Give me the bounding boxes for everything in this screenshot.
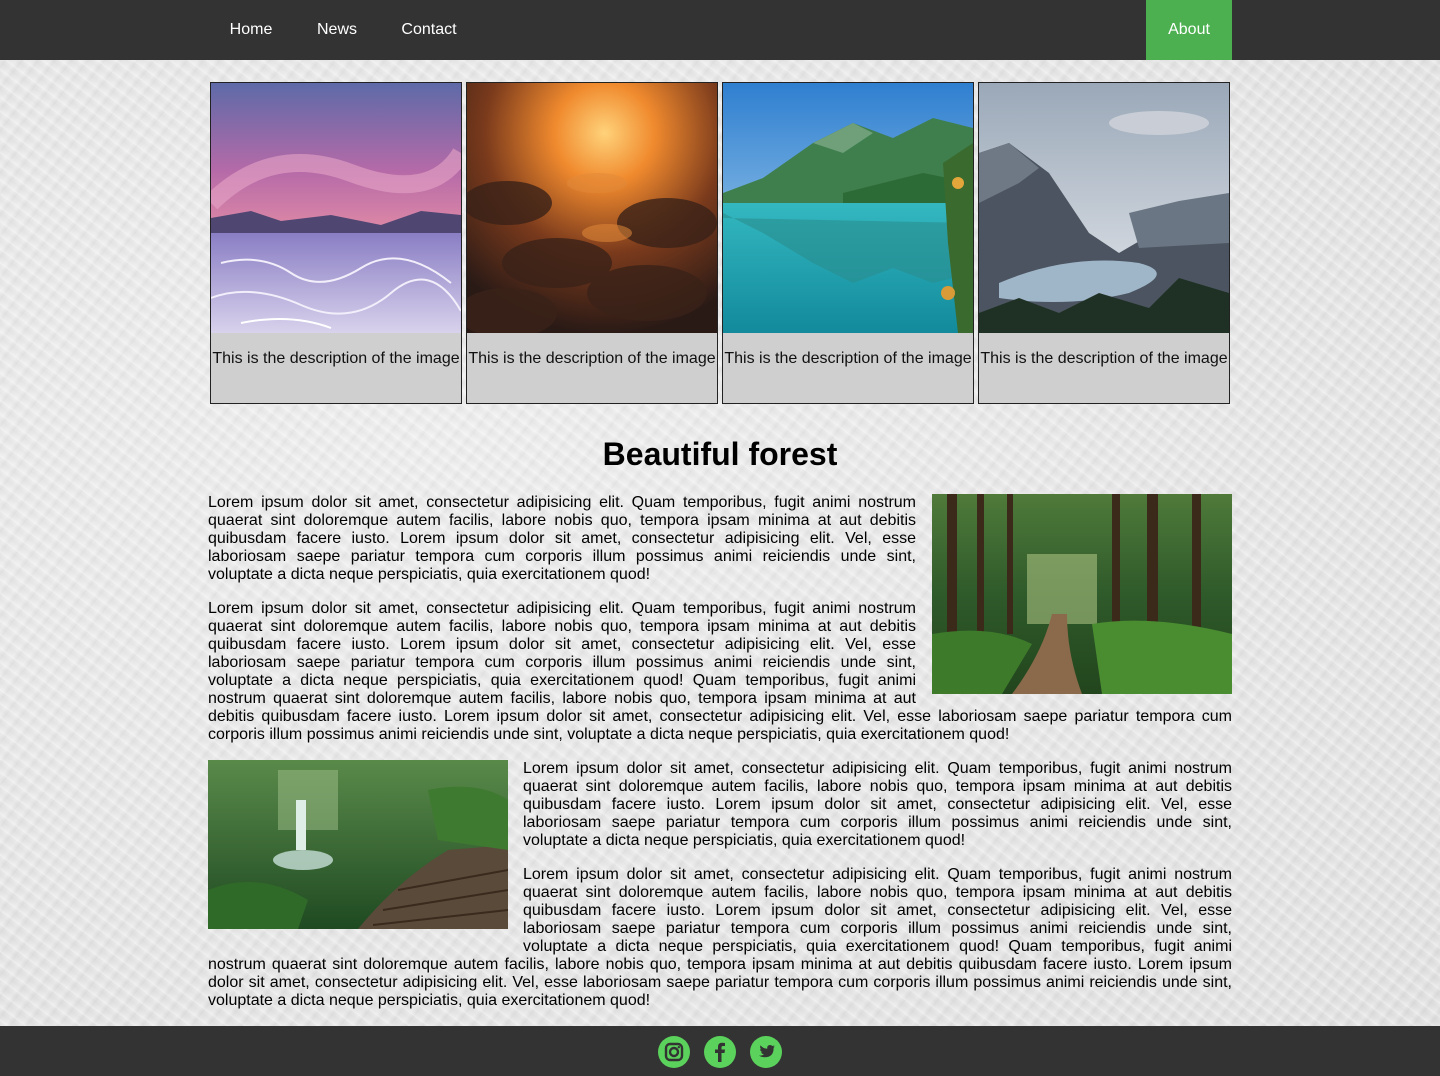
forest-waterfall-image (208, 760, 509, 929)
card-description: This is the description of the image (724, 350, 972, 367)
footer (0, 1026, 1440, 1076)
salt-flat-sunset-image (211, 83, 461, 333)
gallery-card[interactable]: This is the description of the image (722, 82, 974, 404)
top-nav: Home News Contact About (0, 0, 1440, 60)
gallery-card[interactable]: This is the description of the image (978, 82, 1230, 404)
card-description: This is the description of the image (212, 350, 460, 367)
turquoise-lake-image (723, 83, 973, 333)
nav-contact-link[interactable]: Contact (392, 0, 466, 60)
nav-home-link[interactable]: Home (222, 0, 280, 60)
image-gallery: This is the description of the image Thi… (210, 82, 1230, 404)
nav-news-link[interactable]: News (308, 0, 366, 60)
twitter-icon[interactable] (750, 1036, 782, 1068)
article-body: Lorem ipsum dolor sit amet, consectetur … (208, 494, 1232, 1026)
gallery-card[interactable]: This is the description of the image (210, 82, 462, 404)
instagram-icon[interactable] (658, 1036, 690, 1068)
card-description: This is the description of the image (468, 350, 716, 367)
clouds-sunset-image (467, 83, 717, 333)
mountain-valley-lake-image (979, 83, 1229, 333)
facebook-icon[interactable] (704, 1036, 736, 1068)
gallery-card[interactable]: This is the description of the image (466, 82, 718, 404)
article-title: Beautiful forest (602, 436, 838, 472)
forest-path-image (932, 494, 1232, 694)
nav-inner: Home News Contact About (208, 0, 1232, 60)
nav-about-link[interactable]: About (1146, 0, 1232, 60)
card-description: This is the description of the image (980, 350, 1228, 367)
